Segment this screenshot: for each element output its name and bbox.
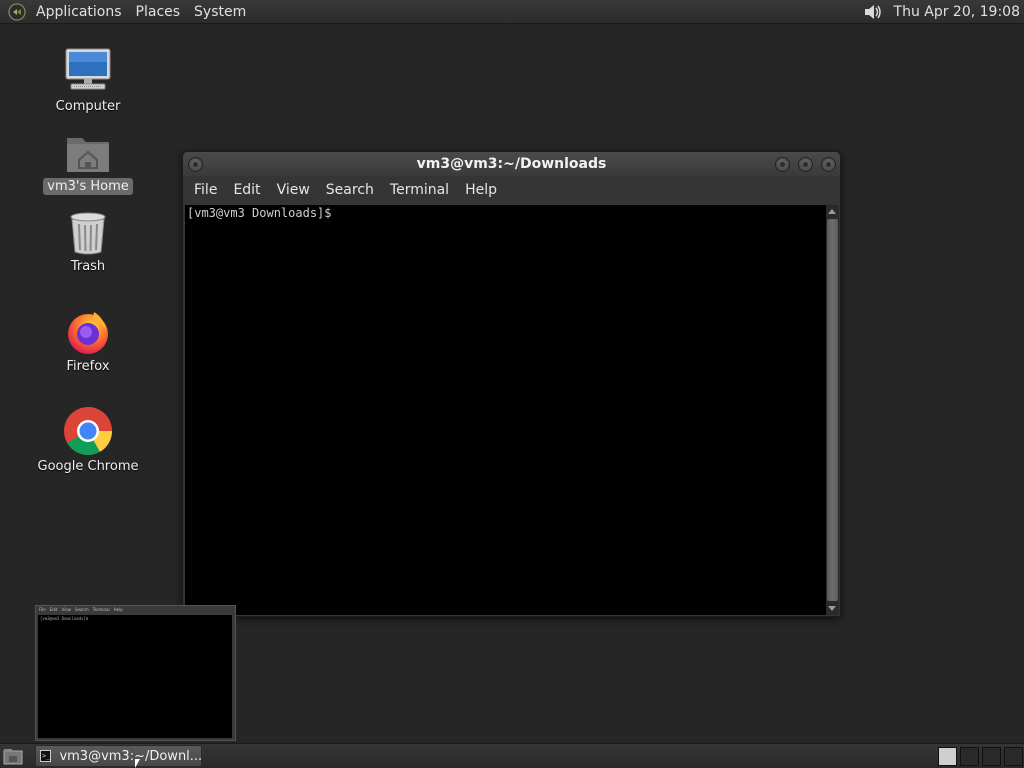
preview-menu-item: File [39, 607, 46, 612]
panel-clock[interactable]: Thu Apr 20, 19:08 [894, 4, 1020, 20]
scrollbar-thumb[interactable] [827, 219, 838, 601]
desktop-icon-label: Firefox [66, 359, 110, 374]
terminal-prompt: [vm3@vm3 Downloads]$ [187, 206, 332, 220]
computer-icon [63, 44, 113, 96]
terminal-window[interactable]: vm3@vm3:~/Downloads File Edit View Searc… [182, 151, 841, 617]
desktop-icon-computer[interactable]: Computer [33, 44, 143, 115]
home-folder-icon [64, 124, 112, 176]
bottom-panel: >_ vm3@vm3:~/Downl... [0, 743, 1024, 768]
places-menu[interactable]: Places [129, 1, 188, 23]
menu-view[interactable]: View [269, 182, 318, 198]
desktop-icon-chrome[interactable]: Google Chrome [33, 404, 143, 475]
desktop-icon-firefox[interactable]: Firefox [33, 304, 143, 375]
menu-help[interactable]: Help [457, 182, 505, 198]
window-title: vm3@vm3:~/Downloads [416, 156, 607, 172]
preview-menu-item: Terminal [92, 607, 110, 612]
taskbar-button-label: vm3@vm3:~/Downl... [59, 748, 203, 764]
taskbar-terminal-button[interactable]: >_ vm3@vm3:~/Downl... [35, 745, 202, 767]
menu-terminal[interactable]: Terminal [382, 182, 457, 198]
terminal-icon: >_ [40, 750, 52, 762]
desktop-icon-label: Computer [55, 99, 121, 114]
desktop-icon-label: vm3's Home [43, 178, 133, 195]
menu-search[interactable]: Search [318, 182, 382, 198]
gnome-foot-icon[interactable] [5, 0, 29, 24]
maximize-button[interactable] [798, 157, 813, 172]
desktop-icon-label: Google Chrome [37, 459, 139, 474]
menu-file[interactable]: File [186, 182, 225, 198]
mouse-cursor-icon [135, 759, 140, 768]
show-desktop-icon[interactable] [3, 748, 23, 765]
chrome-icon [63, 404, 113, 456]
menu-edit[interactable]: Edit [225, 182, 268, 198]
preview-menu-item: Search [74, 607, 89, 612]
minimize-button[interactable] [775, 157, 790, 172]
system-menu[interactable]: System [187, 1, 253, 23]
firefox-icon [64, 304, 112, 356]
preview-menu-item: Edit [49, 607, 58, 612]
terminal-output[interactable]: [vm3@vm3 Downloads]$ [185, 205, 827, 615]
terminal-menubar: File Edit View Search Terminal Help [183, 176, 840, 204]
scroll-down-arrow-icon[interactable] [828, 606, 836, 611]
terminal-scrollbar[interactable] [826, 205, 839, 615]
preview-terminal-area: [vm3@vm3 Downloads]$ [38, 615, 232, 738]
window-titlebar[interactable]: vm3@vm3:~/Downloads [183, 152, 840, 176]
desktop-icon-home[interactable]: vm3's Home [33, 124, 143, 195]
workspace-2[interactable] [960, 747, 979, 766]
trash-icon [68, 204, 108, 256]
close-button[interactable] [821, 157, 836, 172]
preview-menu-item: Help [113, 607, 123, 612]
preview-menubar: File Edit View Search Terminal Help [36, 606, 235, 614]
window-preview-thumbnail[interactable]: File Edit View Search Terminal Help [vm3… [35, 605, 236, 741]
preview-menu-item: View [61, 607, 71, 612]
desktop-icon-label: Trash [70, 259, 106, 274]
scroll-up-arrow-icon[interactable] [828, 209, 836, 214]
workspace-3[interactable] [982, 747, 1001, 766]
preview-prompt: [vm3@vm3 Downloads]$ [40, 616, 89, 621]
top-panel: Applications Places System Thu Apr 20, 1… [0, 0, 1024, 24]
applications-menu[interactable]: Applications [29, 1, 129, 23]
workspace-4[interactable] [1004, 747, 1023, 766]
workspace-1[interactable] [938, 747, 957, 766]
desktop-icon-trash[interactable]: Trash [33, 204, 143, 275]
volume-icon[interactable] [862, 2, 884, 22]
